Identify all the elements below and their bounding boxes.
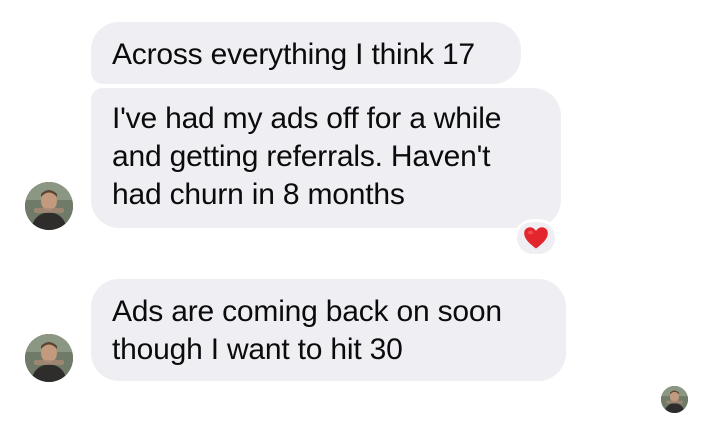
message-text-line: I've had my ads off for a while <box>112 102 502 135</box>
message-text-line: had churn in 8 months <box>112 178 405 211</box>
person-photo-icon <box>661 386 688 413</box>
message-text-line: though I want to hit 30 <box>112 333 403 366</box>
person-photo-icon <box>25 334 73 382</box>
message-bubble-3[interactable]: Ads are coming back on soon though I wan… <box>91 279 566 381</box>
sender-avatar[interactable] <box>25 182 73 230</box>
message-bubble-1[interactable]: Across everything I think 17 <box>91 22 521 84</box>
heart-icon <box>524 227 548 249</box>
message-text-line: Across everything I think 17 <box>112 38 475 71</box>
read-receipt-avatar <box>661 386 688 413</box>
sender-avatar[interactable] <box>25 334 73 382</box>
message-bubble-2[interactable]: I've had my ads off for a while and gett… <box>91 88 561 228</box>
heart-reaction-badge[interactable] <box>514 219 558 257</box>
message-text-line: and getting referrals. Haven't <box>112 140 491 173</box>
message-text-line: Ads are coming back on soon <box>112 295 502 328</box>
person-photo-icon <box>25 182 73 230</box>
